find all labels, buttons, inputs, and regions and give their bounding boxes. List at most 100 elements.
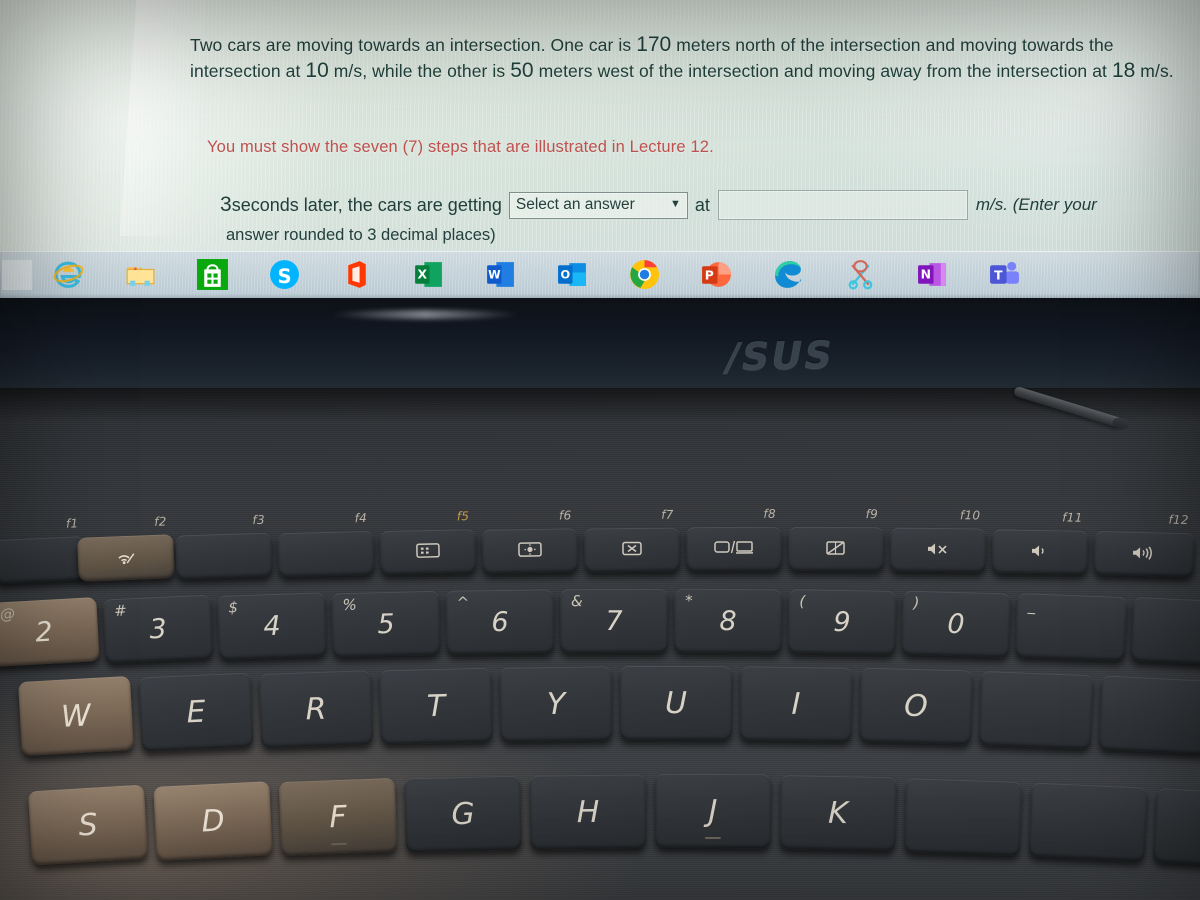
- key-6-shift: ^: [456, 593, 470, 612]
- key-f-label: F: [328, 799, 348, 835]
- key-o[interactable]: O: [859, 667, 973, 745]
- key-u[interactable]: U: [619, 665, 733, 741]
- unit-label: m/s.: [975, 195, 1008, 214]
- key-y[interactable]: Y: [499, 666, 613, 742]
- excel-icon: X: [414, 262, 442, 287]
- key-quote[interactable]: [1152, 787, 1200, 869]
- start-button[interactable]: [2, 259, 32, 290]
- key-r[interactable]: R: [258, 670, 374, 748]
- key-3[interactable]: # 3: [102, 594, 214, 664]
- key-equals[interactable]: [1130, 596, 1200, 666]
- windows-taskbar[interactable]: S X W O P N T: [0, 251, 1200, 298]
- key-t-label: T: [426, 688, 446, 724]
- key-p[interactable]: [978, 670, 1094, 750]
- key-f2[interactable]: f2: [77, 514, 175, 582]
- key-f4[interactable]: f4: [277, 511, 375, 578]
- teams-icon: T: [989, 261, 1019, 284]
- key-f11-label: f11: [1062, 510, 1083, 525]
- taskbar-item-skype[interactable]: S: [248, 251, 320, 298]
- taskbar-item-internet-explorer[interactable]: [32, 251, 104, 298]
- svg-text:X: X: [417, 268, 427, 282]
- key-h[interactable]: H: [529, 774, 647, 850]
- key-6-label: 6: [491, 606, 509, 638]
- hint-second-line: answer rounded to 3 decimal places): [226, 226, 496, 244]
- key-4[interactable]: $ 4: [216, 592, 328, 660]
- taskbar-item-word[interactable]: W: [464, 251, 536, 298]
- key-7-shift: &: [570, 592, 583, 611]
- powerpoint-icon: P: [701, 262, 731, 287]
- key-f11[interactable]: f11: [991, 510, 1089, 575]
- key-i[interactable]: I: [739, 666, 853, 742]
- key-f6[interactable]: f6: [481, 508, 579, 574]
- taskbar-item-powerpoint[interactable]: P: [680, 251, 752, 298]
- taskbar-item-snipping-tool[interactable]: [824, 251, 896, 298]
- word-icon: W: [486, 262, 514, 287]
- instruction-warning: You must show the seven (7) steps that a…: [207, 138, 714, 156]
- key-f[interactable]: F: [278, 777, 398, 857]
- key-k-label: K: [827, 795, 849, 831]
- key-8-shift: *: [685, 591, 693, 610]
- key-f10[interactable]: f10: [889, 508, 987, 573]
- key-2[interactable]: @ 2: [0, 597, 100, 667]
- skype-icon: S: [269, 260, 299, 289]
- key-minus[interactable]: _: [1014, 592, 1128, 662]
- key-f5[interactable]: f5: [379, 509, 477, 576]
- problem-text-e: m/s.: [1135, 61, 1174, 81]
- taskbar-item-outlook[interactable]: O: [536, 251, 608, 298]
- key-d[interactable]: D: [153, 781, 273, 861]
- key-j[interactable]: J: [654, 773, 772, 849]
- key-k[interactable]: K: [779, 774, 897, 852]
- keyboard[interactable]: f1 f2 f3 f4 f5 f6 f7 f8 f9 f10 f11 f12 @…: [0, 470, 1200, 900]
- key-g-label: G: [450, 796, 476, 832]
- key-6[interactable]: ^ 6: [445, 589, 555, 655]
- taskbar-item-onenote[interactable]: N: [896, 251, 968, 298]
- key-4-label: 4: [262, 610, 282, 642]
- chrome-icon: [629, 260, 659, 289]
- keyboard-backlight-down-icon: [416, 543, 440, 561]
- key-8[interactable]: * 8: [673, 588, 783, 654]
- key-o-label: O: [903, 688, 929, 724]
- key-semicolon[interactable]: [1028, 782, 1148, 862]
- key-5[interactable]: % 5: [331, 590, 441, 658]
- key-f8[interactable]: f8: [685, 507, 783, 572]
- key-u-label: U: [664, 685, 688, 721]
- key-f12[interactable]: f12: [1093, 513, 1195, 578]
- key-minus-shift: _: [1027, 596, 1036, 615]
- svg-text:S: S: [277, 265, 291, 288]
- taskbar-item-chrome[interactable]: [608, 251, 680, 298]
- key-s[interactable]: S: [27, 784, 149, 866]
- key-7[interactable]: & 7: [559, 588, 669, 654]
- key-f7[interactable]: f7: [583, 508, 681, 573]
- key-9-shift: (: [799, 592, 806, 611]
- key-e-label: E: [185, 694, 207, 730]
- key-f7-label: f7: [661, 507, 674, 522]
- office-icon: [347, 261, 366, 288]
- answer-dropdown[interactable]: Select an answer ▼: [508, 191, 688, 219]
- key-t[interactable]: T: [379, 667, 493, 745]
- key-l[interactable]: [903, 778, 1023, 856]
- key-f9[interactable]: f9: [787, 507, 885, 572]
- key-e[interactable]: E: [138, 672, 254, 752]
- taskbar-item-edge[interactable]: [752, 251, 824, 298]
- volume-down-icon: [1029, 542, 1051, 561]
- key-bracket-left[interactable]: [1098, 675, 1200, 755]
- key-f1[interactable]: f1: [0, 516, 87, 585]
- scissors-icon: [848, 260, 872, 290]
- problem-text-d: meters west of the intersection and movi…: [533, 61, 1112, 81]
- svg-text:W: W: [488, 268, 501, 282]
- taskbar-item-teams[interactable]: T: [968, 251, 1040, 298]
- screen-bezel: [0, 298, 1200, 388]
- taskbar-item-office[interactable]: [320, 251, 392, 298]
- dropdown-selected-value: Select an answer: [515, 195, 635, 213]
- key-g[interactable]: G: [404, 775, 522, 853]
- taskbar-item-excel[interactable]: X: [392, 251, 464, 298]
- key-w[interactable]: W: [18, 675, 134, 757]
- key-f10-label: f10: [959, 508, 981, 523]
- key-f3[interactable]: f3: [175, 513, 273, 580]
- key-0[interactable]: ) 0: [901, 590, 1011, 658]
- key-f-homing-bump: [330, 842, 348, 846]
- taskbar-item-microsoft-store[interactable]: [176, 251, 248, 298]
- answer-input[interactable]: [717, 190, 968, 220]
- key-9[interactable]: ( 9: [787, 589, 897, 655]
- taskbar-item-file-explorer[interactable]: [104, 251, 176, 298]
